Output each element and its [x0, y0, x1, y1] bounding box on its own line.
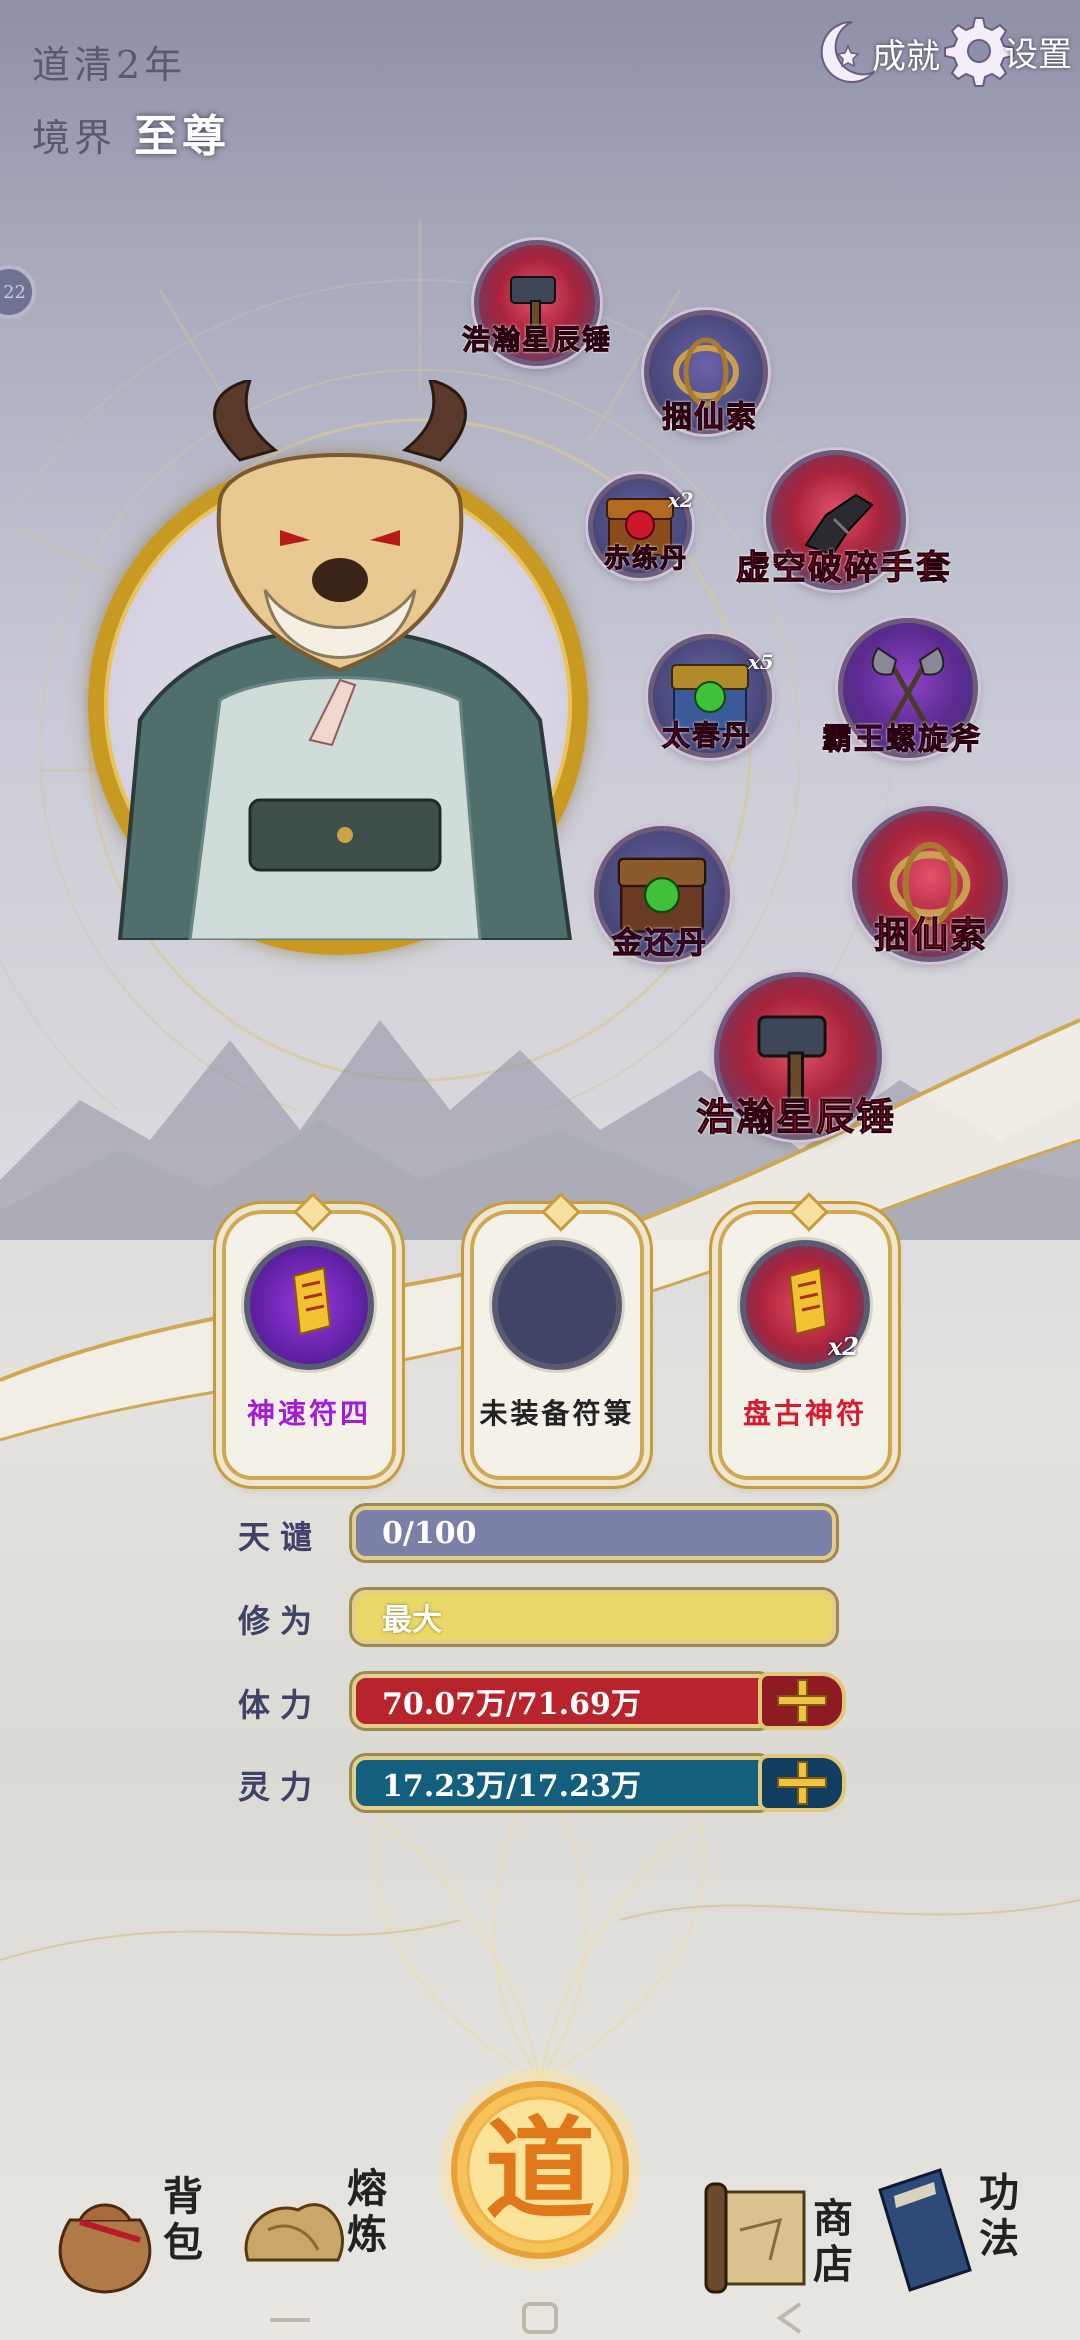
equip-count-5: x5 [748, 650, 774, 674]
settings-label: 设置 [1004, 34, 1072, 75]
dao-cultivate-button[interactable]: 道 [440, 2060, 640, 2290]
realm-value: 至尊 [134, 111, 231, 162]
equip-count-3: x2 [668, 488, 694, 512]
plus-icon [777, 1679, 827, 1723]
stat-tianqian-label: 天谴 [238, 1518, 323, 1556]
talisman-slot-2[interactable]: 未装备符箓 [470, 1192, 644, 1480]
equip-label-2: 捆仙索 [662, 400, 758, 436]
talisman-count-3: x2 [828, 1332, 860, 1361]
stat-tili-label: 体力 [238, 1686, 323, 1724]
equip-label-3: 赤练丹 [603, 544, 689, 575]
nav-skills-label: 功法 [979, 2169, 1019, 2262]
stat-tianqian-value: 0/100 [382, 1515, 477, 1551]
nav-bag-label: 背包 [163, 2173, 203, 2266]
home-icon [522, 2302, 558, 2334]
back-icon [776, 2302, 802, 2334]
talisman-label-3: 盘古神符 [742, 1397, 867, 1430]
nav-bag[interactable]: 背包 [40, 2170, 240, 2310]
equip-label-4: 虚空破碎手套 [736, 548, 952, 589]
talisman-label-2: 未装备符箓 [479, 1397, 635, 1430]
nav-smelt-label: 熔炼 [347, 2165, 387, 2258]
stat-xiuwei-value: 最大 [382, 1603, 442, 1638]
stat-lingli-label: 灵力 [238, 1768, 323, 1806]
lingli-add-button[interactable] [758, 1754, 846, 1812]
book-icon [878, 2168, 972, 2292]
talisman-icon [292, 1266, 332, 1336]
stat-lingli-value: 17.23万/17.23万 [382, 1769, 641, 1804]
tili-add-button[interactable] [758, 1672, 846, 1730]
achievement-label: 成就 [872, 36, 940, 77]
stat-tili-bar: 70.07万/71.69万 [352, 1674, 772, 1728]
equip-label-5: 太春丹 [661, 719, 753, 753]
equip-label-9: 浩瀚星辰锤 [695, 1094, 897, 1140]
nav-smelt[interactable]: 熔炼 [228, 2160, 428, 2310]
system-nav-bar [270, 2302, 802, 2334]
character-avatar [117, 380, 573, 940]
equip-label-1: 浩瀚星辰锤 [461, 323, 613, 357]
equip-label-6: 霸王螺旋斧 [822, 722, 982, 758]
dao-label: 道 [485, 2105, 595, 2234]
nav-shop-label: 商店 [813, 2195, 853, 2288]
stat-tianqian-bar: 0/100 [352, 1506, 836, 1560]
scroll-map-icon [704, 2182, 806, 2294]
achievement-button[interactable]: 成就 [812, 16, 940, 90]
equip-label-8: 捆仙索 [873, 914, 989, 957]
nav-shop[interactable]: 商店 [700, 2170, 860, 2310]
stat-lingli-bar: 17.23万/17.23万 [352, 1756, 772, 1810]
settings-button[interactable]: 设置 [944, 14, 1072, 88]
talisman-icon-frame [244, 1240, 374, 1370]
stat-xiuwei-label: 修为 [238, 1602, 323, 1640]
pouch-icon [58, 2203, 152, 2294]
nav-skills[interactable]: 功法 [860, 2160, 1060, 2310]
realm-row: 境界 至尊 [32, 100, 230, 164]
year-label: 道清2年 [32, 43, 187, 87]
equip-label-7: 金还丹 [612, 926, 708, 962]
empty-talisman-frame [492, 1240, 622, 1370]
talisman-label-1: 神速符四 [246, 1397, 371, 1430]
stat-tili-value: 70.07万/71.69万 [382, 1687, 641, 1722]
realm-label: 境界 [32, 116, 117, 160]
ore-icon [244, 2203, 344, 2262]
stat-xiuwei-bar: 最大 [352, 1590, 836, 1644]
plus-icon [777, 1761, 827, 1805]
talisman-slot-1[interactable]: 神速符四 [222, 1192, 396, 1480]
talisman-slot-3[interactable]: x2 盘古神符 [718, 1192, 892, 1480]
